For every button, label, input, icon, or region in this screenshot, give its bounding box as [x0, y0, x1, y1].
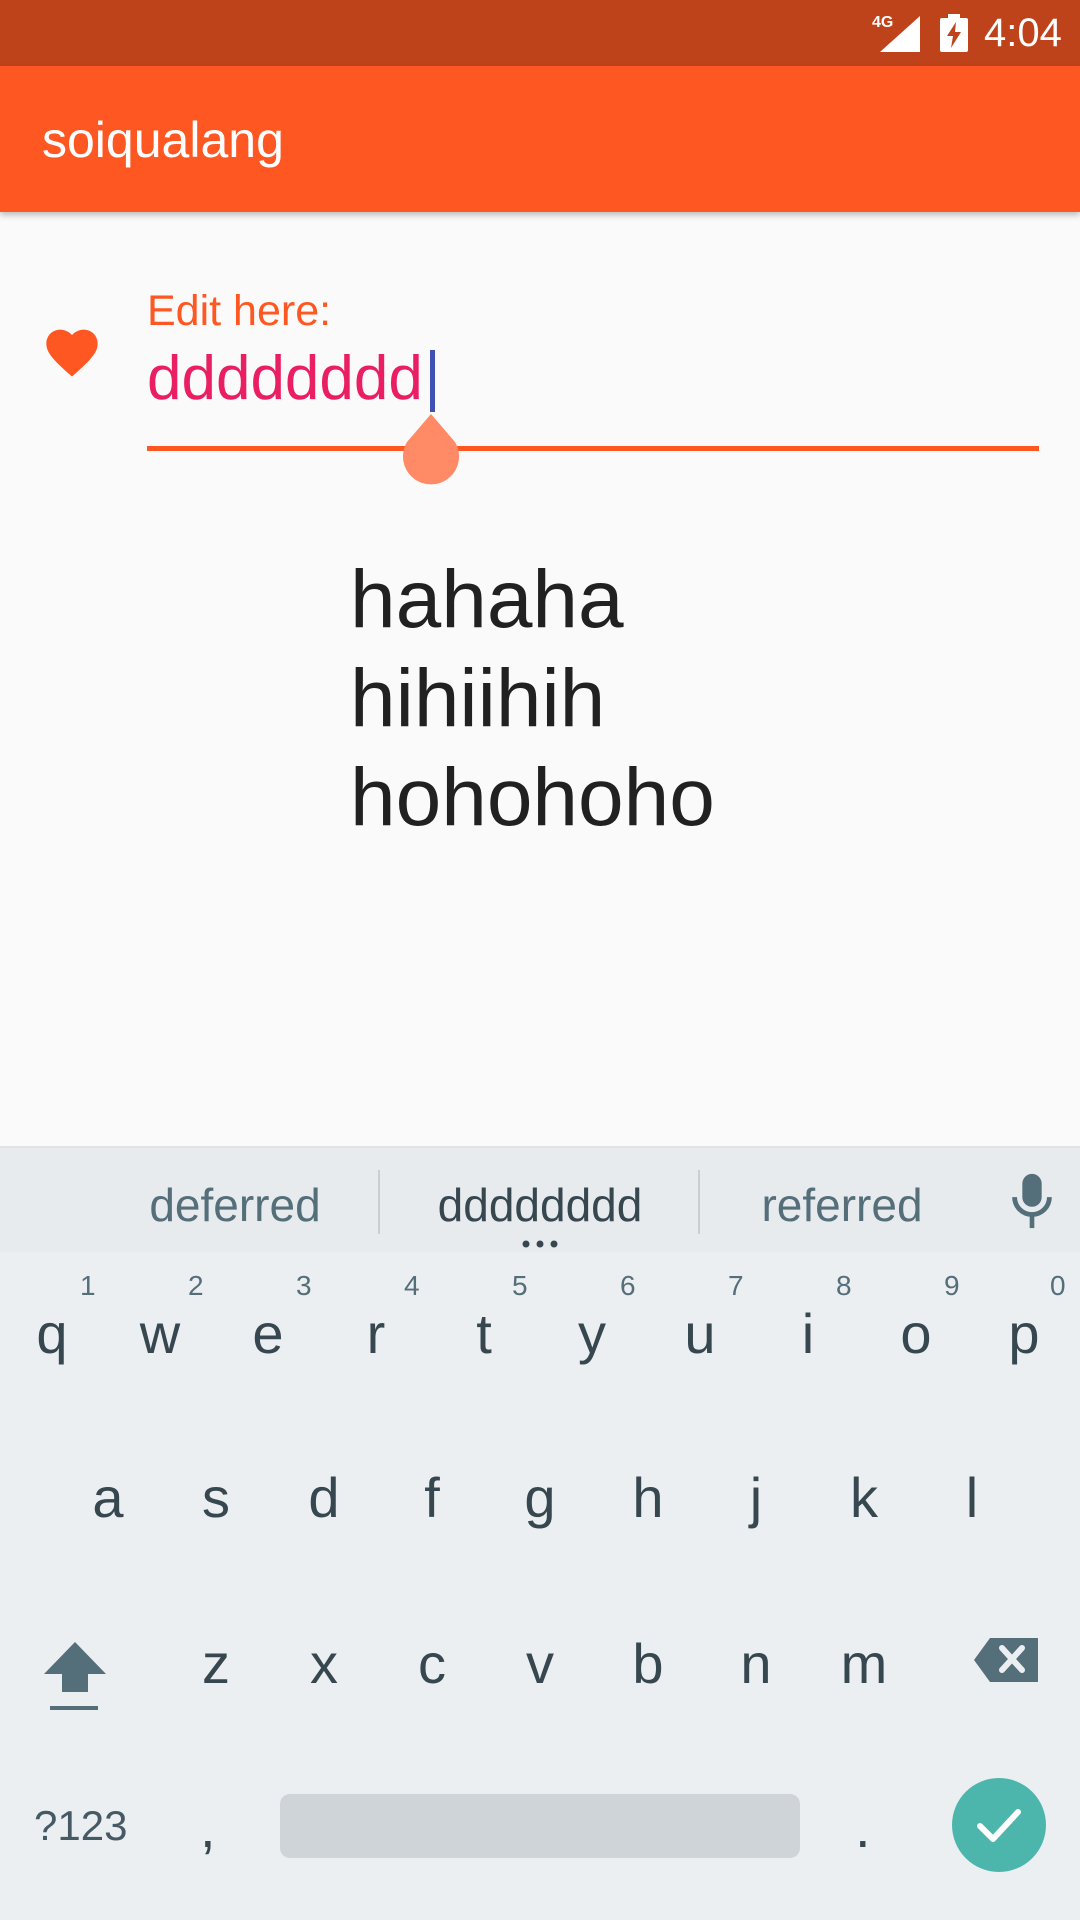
key-z[interactable]: z [186, 1632, 246, 1696]
key-b[interactable]: b [618, 1632, 678, 1696]
check-icon [977, 1809, 1021, 1842]
enter-key[interactable] [952, 1778, 1046, 1872]
text-line: hahaha [350, 554, 624, 645]
key-f[interactable]: f [402, 1466, 462, 1530]
microphone-icon[interactable] [1008, 1172, 1056, 1230]
battery-charging-icon [940, 14, 968, 52]
key-i[interactable]: i [778, 1302, 838, 1366]
key-a[interactable]: a [78, 1466, 138, 1530]
suggestion-divider [378, 1170, 380, 1234]
content-text: hahaha hihiihih hohohoho [350, 550, 715, 847]
more-suggestions-icon [522, 1240, 558, 1248]
key-q[interactable]: q [22, 1302, 82, 1366]
app-title: soiqualang [42, 112, 284, 168]
input-label: Edit here: [147, 287, 332, 335]
key-hint-2: 2 [188, 1270, 204, 1301]
shift-icon[interactable] [42, 1636, 108, 1712]
key-r[interactable]: r [346, 1302, 406, 1366]
key-p[interactable]: p [994, 1302, 1054, 1366]
key-hint-6: 6 [620, 1270, 636, 1301]
key-hint-5: 5 [512, 1270, 528, 1301]
suggestion-right[interactable]: referred [712, 1178, 972, 1232]
text-line: hohohoho [350, 752, 715, 843]
signal-icon [880, 16, 920, 52]
key-x[interactable]: x [294, 1632, 354, 1696]
key-n[interactable]: n [726, 1632, 786, 1696]
key-h[interactable]: h [618, 1466, 678, 1530]
key-l[interactable]: l [942, 1466, 1002, 1530]
key-hint-8: 8 [836, 1270, 852, 1301]
key-hint-4: 4 [404, 1270, 420, 1301]
space-bar[interactable] [280, 1794, 800, 1858]
suggestion-divider [698, 1170, 700, 1234]
key-y[interactable]: y [562, 1302, 622, 1366]
key-j[interactable]: j [726, 1466, 786, 1530]
backspace-icon[interactable] [972, 1636, 1040, 1684]
suggestion-center[interactable]: dddddddd [395, 1178, 685, 1232]
key-g[interactable]: g [510, 1466, 570, 1530]
text-cursor [430, 350, 435, 412]
suggestion-strip: deferred dddddddd referred [0, 1146, 1080, 1252]
edit-text-input[interactable]: dddddddd [147, 344, 423, 414]
comma-key[interactable]: , [200, 1796, 216, 1860]
key-t[interactable]: t [454, 1302, 514, 1366]
period-key[interactable]: . [855, 1796, 871, 1860]
cursor-handle[interactable] [400, 414, 462, 490]
input-underline [147, 446, 1039, 451]
symbols-key[interactable]: ?123 [34, 1802, 127, 1850]
soft-keyboard: deferred dddddddd referred q1 w2 e3 r4 t5 y6 u… [0, 1146, 1080, 1920]
key-hint-1: 1 [80, 1270, 96, 1301]
key-k[interactable]: k [834, 1466, 894, 1530]
key-e[interactable]: e [238, 1302, 298, 1366]
key-hint-7: 7 [728, 1270, 744, 1301]
text-line: hihiihih [350, 653, 606, 744]
heart-icon [46, 329, 98, 377]
key-hint-0: 0 [1050, 1270, 1066, 1301]
key-m[interactable]: m [834, 1632, 894, 1696]
key-v[interactable]: v [510, 1632, 570, 1696]
clock: 4:04 [984, 11, 1062, 55]
key-hint-3: 3 [296, 1270, 312, 1301]
key-d[interactable]: d [294, 1466, 354, 1530]
suggestion-left[interactable]: deferred [110, 1178, 360, 1232]
status-bar: 4G 4:04 [0, 0, 1080, 66]
key-c[interactable]: c [402, 1632, 462, 1696]
app-bar: soiqualang [0, 66, 1080, 212]
key-u[interactable]: u [670, 1302, 730, 1366]
key-hint-9: 9 [944, 1270, 960, 1301]
key-o[interactable]: o [886, 1302, 946, 1366]
key-s[interactable]: s [186, 1466, 246, 1530]
key-w[interactable]: w [130, 1302, 190, 1366]
